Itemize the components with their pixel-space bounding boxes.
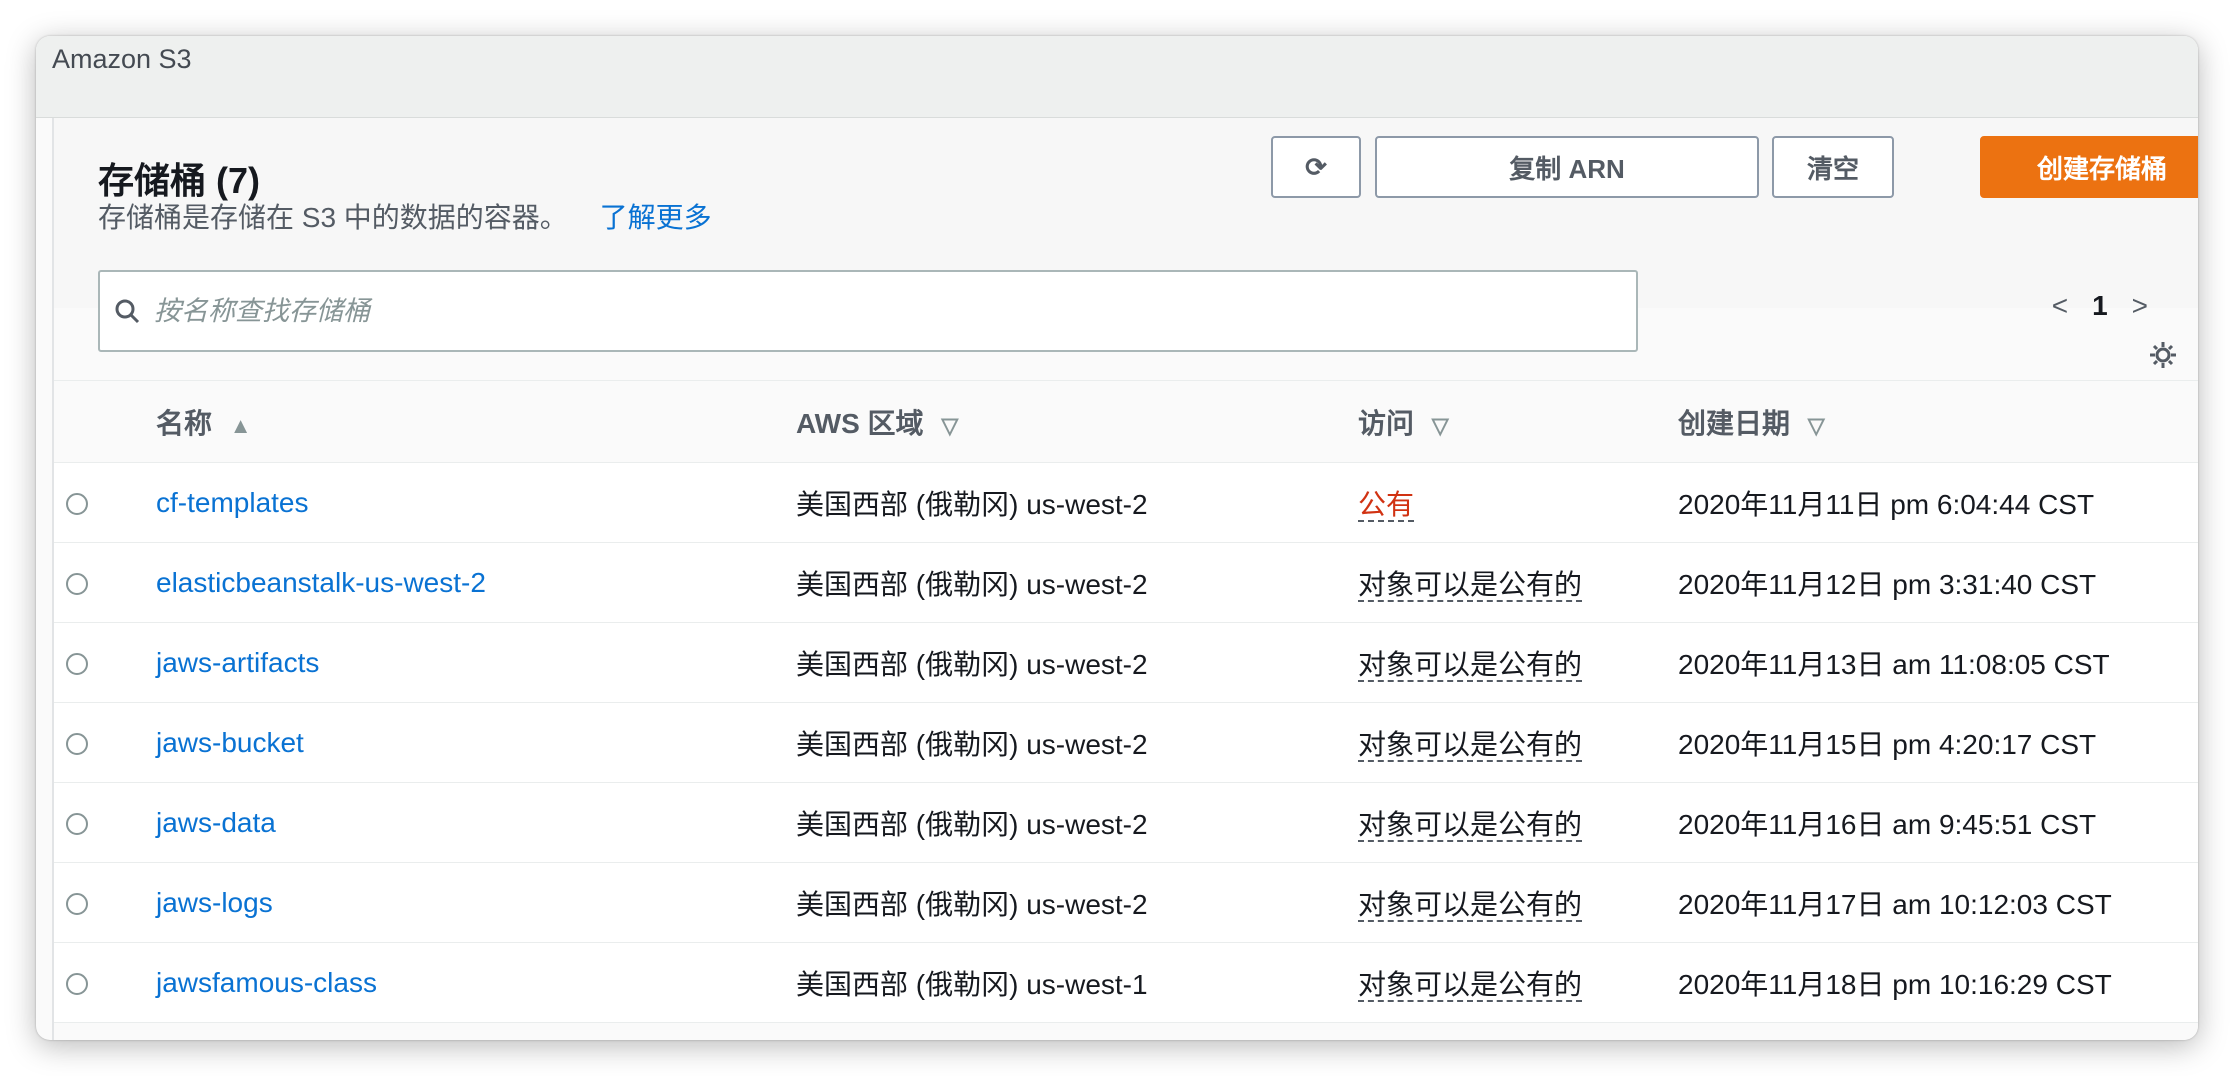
table-header-row: 名称 ▲ AWS 区域 ▽ 访问 ▽ 创建日期 ▽ [54, 380, 2198, 463]
bucket-region: 美国西部 (俄勒冈) us-west-2 [784, 702, 1346, 783]
region-column-header[interactable]: AWS 区域 ▽ [784, 380, 1346, 463]
access-column-header[interactable]: 访问 ▽ [1346, 380, 1666, 463]
table-row[interactable]: jaws-data 美国西部 (俄勒冈) us-west-2 对象可以是公有的 … [54, 782, 2198, 863]
sort-icon: ▽ [1431, 412, 1449, 438]
copy-arn-button[interactable]: 复制 ARN [1375, 136, 1759, 198]
learn-more-link[interactable]: 了解更多 [600, 202, 712, 233]
bucket-access: 对象可以是公有的 [1358, 568, 1583, 602]
create-bucket-button[interactable]: 创建存储桶 [1980, 136, 2198, 198]
prev-page-button[interactable]: < [2052, 290, 2068, 322]
window-title: Amazon S3 [52, 44, 192, 74]
bucket-created: 2020年11月11日 pm 6:04:44 CST [1666, 462, 2198, 543]
sort-icon: ▽ [941, 412, 959, 438]
row-radio[interactable] [66, 973, 88, 996]
access-header-label: 访问 [1358, 407, 1415, 439]
title-bar: Amazon S3 [36, 36, 2198, 118]
sort-icon: ▽ [1807, 412, 1825, 438]
next-page-button[interactable]: > [2132, 290, 2148, 322]
row-radio[interactable] [66, 653, 88, 676]
bucket-region: 美国西部 (俄勒冈) us-west-2 [784, 462, 1346, 543]
bucket-region: 美国西部 (俄勒冈) us-west-2 [784, 862, 1346, 943]
bucket-access: 对象可以是公有的 [1358, 808, 1583, 842]
row-radio[interactable] [66, 733, 88, 756]
bucket-access: 对象可以是公有的 [1358, 648, 1583, 682]
refresh-icon: ⟳ [1305, 151, 1327, 182]
bucket-name-link[interactable]: jaws-logs [156, 887, 273, 918]
bucket-created: 2020年11月17日 am 10:12:03 CST [1666, 862, 2198, 943]
bucket-created: 2020年11月13日 am 11:08:05 CST [1666, 622, 2198, 703]
bucket-access: 对象可以是公有的 [1358, 728, 1583, 762]
row-radio[interactable] [66, 573, 88, 596]
name-header-label: 名称 [156, 407, 213, 439]
created-column-header[interactable]: 创建日期 ▽ [1666, 380, 2198, 463]
region-header-label: AWS 区域 [796, 407, 924, 439]
table-row[interactable]: jaws-bucket 美国西部 (俄勒冈) us-west-2 对象可以是公有… [54, 702, 2198, 783]
bucket-region: 美国西部 (俄勒冈) us-west-1 [784, 942, 1346, 1023]
buckets-table: 名称 ▲ AWS 区域 ▽ 访问 ▽ 创建日期 ▽ cf-templates 美… [54, 380, 2198, 1023]
subtitle-text: 存储桶是存储在 S3 中的数据的容器。 [98, 202, 568, 233]
sort-caret-icon: ▲ [229, 412, 252, 438]
current-page[interactable]: 1 [2092, 290, 2108, 322]
row-radio[interactable] [66, 493, 88, 516]
empty-button[interactable]: 清空 [1772, 136, 1894, 198]
gear-icon[interactable] [2148, 340, 2178, 370]
bucket-name-link[interactable]: cf-templates [156, 487, 309, 518]
name-column-header[interactable]: 名称 ▲ [144, 380, 784, 463]
bucket-name-link[interactable]: elasticbeanstalk-us-west-2 [156, 567, 486, 598]
browser-window: Amazon S3 存储桶 (7) 存储桶是存储在 S3 中的数据的容器。 了解… [36, 36, 2198, 1040]
copy-arn-label: 复制 ARN [1509, 153, 1625, 184]
bucket-name-link[interactable]: jaws-data [156, 807, 276, 838]
table-row[interactable]: cf-templates 美国西部 (俄勒冈) us-west-2 公有 202… [54, 462, 2198, 543]
bucket-region: 美国西部 (俄勒冈) us-west-2 [784, 542, 1346, 623]
bucket-access: 对象可以是公有的 [1358, 968, 1583, 1002]
s3-console-content: 存储桶 (7) 存储桶是存储在 S3 中的数据的容器。 了解更多 ⟳ 复制 AR… [52, 118, 2198, 1040]
bucket-name-link[interactable]: jaws-artifacts [156, 647, 319, 678]
select-column-header [54, 380, 144, 463]
table-row[interactable]: jawsfamous-class 美国西部 (俄勒冈) us-west-1 对象… [54, 942, 2198, 1023]
bucket-region: 美国西部 (俄勒冈) us-west-2 [784, 782, 1346, 863]
row-radio[interactable] [66, 813, 88, 836]
empty-label: 清空 [1806, 153, 1859, 184]
created-header-label: 创建日期 [1678, 407, 1791, 439]
table-row[interactable]: jaws-logs 美国西部 (俄勒冈) us-west-2 对象可以是公有的 … [54, 862, 2198, 943]
bucket-name-link[interactable]: jaws-bucket [156, 727, 304, 758]
row-radio[interactable] [66, 893, 88, 916]
bucket-search[interactable] [98, 270, 1638, 352]
bucket-created: 2020年11月16日 am 9:45:51 CST [1666, 782, 2198, 863]
refresh-button[interactable]: ⟳ [1271, 136, 1361, 198]
bucket-region: 美国西部 (俄勒冈) us-west-2 [784, 622, 1346, 703]
search-input[interactable] [154, 295, 1636, 327]
bucket-created: 2020年11月18日 pm 10:16:29 CST [1666, 942, 2198, 1023]
table-row[interactable]: elasticbeanstalk-us-west-2 美国西部 (俄勒冈) us… [54, 542, 2198, 623]
bucket-created: 2020年11月15日 pm 4:20:17 CST [1666, 702, 2198, 783]
bucket-name-link[interactable]: jawsfamous-class [156, 967, 377, 998]
bucket-access: 公有 [1358, 488, 1415, 522]
table-row[interactable]: jaws-artifacts 美国西部 (俄勒冈) us-west-2 对象可以… [54, 622, 2198, 703]
create-bucket-label: 创建存储桶 [2036, 153, 2167, 184]
bucket-access: 对象可以是公有的 [1358, 888, 1583, 922]
bucket-created: 2020年11月12日 pm 3:31:40 CST [1666, 542, 2198, 623]
page-subtitle: 存储桶是存储在 S3 中的数据的容器。 了解更多 [98, 196, 712, 236]
search-icon [115, 299, 140, 324]
pagination: < 1 > [2052, 278, 2148, 334]
